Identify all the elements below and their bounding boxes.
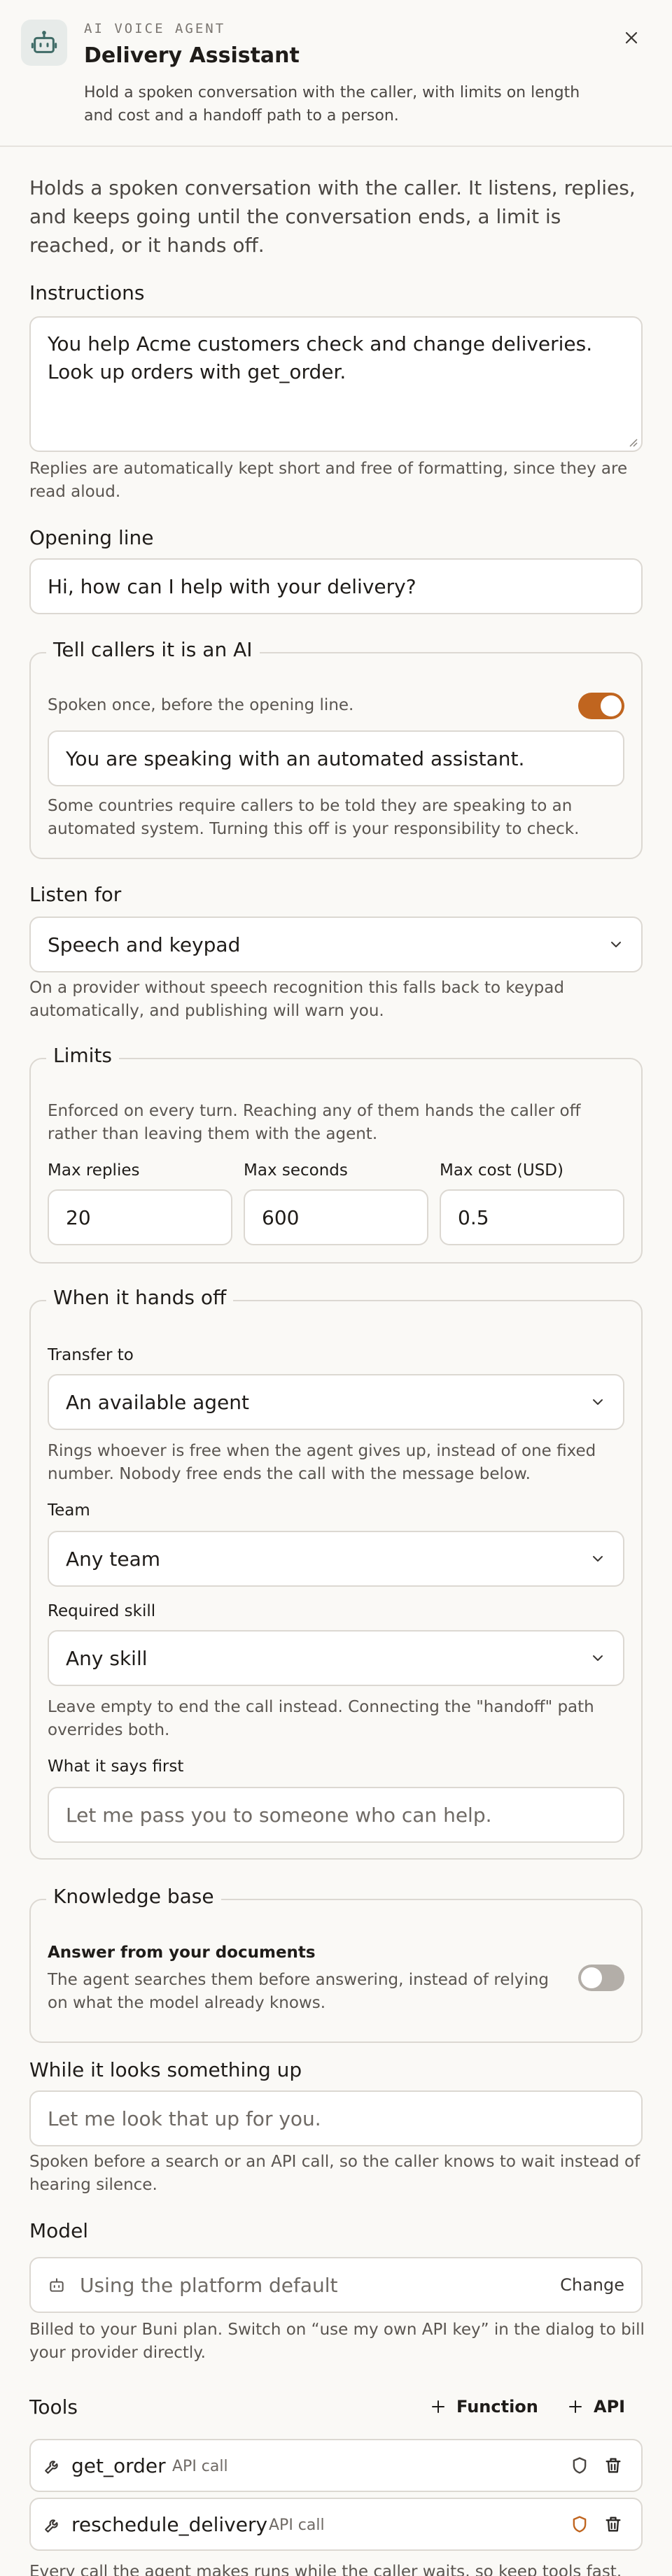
model-field[interactable]: Using the platform default Change [29, 2257, 643, 2313]
tool-type: API call [269, 2517, 325, 2534]
wrench-icon [45, 2519, 58, 2533]
voice-agent-panel: AI VOICE AGENT Delivery Assistant Hold a… [0, 0, 672, 2576]
skill-label: Required skill [48, 1602, 156, 1620]
opening-line-field[interactable]: Hi, how can I help with your delivery? [29, 558, 643, 614]
trash-icon [606, 2517, 621, 2532]
tool-permission-button[interactable] [567, 2512, 592, 2537]
skill-value: Any skill [66, 1646, 148, 1670]
model-label: Model [29, 2219, 89, 2242]
transfer-to-value: An available agent [66, 1390, 249, 1414]
listen-for-select[interactable]: Speech and keypad [29, 917, 643, 972]
team-select[interactable]: Any team [48, 1531, 624, 1587]
chevron-down-icon [593, 1399, 603, 1405]
max-cost-field[interactable]: 0.5 [440, 1189, 624, 1245]
transfer-to-label: Transfer to [48, 1346, 134, 1364]
knowledge-legend: Knowledge base [46, 1885, 221, 1908]
intro-text: Holds a spoken conversation with the cal… [29, 176, 636, 257]
limits-help: Enforced on every turn. Reaching any of … [48, 1102, 581, 1143]
close-icon [625, 31, 638, 44]
team-value: Any team [66, 1547, 161, 1571]
shield-icon [573, 2516, 587, 2533]
skill-help: Leave empty to end the call instead. Con… [48, 1698, 594, 1739]
tool-permission-button[interactable] [567, 2453, 592, 2478]
shield-icon [573, 2457, 587, 2474]
max-cost-label: Max cost (USD) [440, 1161, 564, 1180]
team-label: Team [48, 1501, 90, 1520]
ai-disclosure-toggle[interactable] [578, 693, 624, 719]
tools-footer-help: Every call the agent makes runs while th… [29, 2563, 622, 2576]
resize-grip-icon[interactable] [627, 437, 638, 448]
ai-disclosure-legend: Tell callers it is an AI [46, 638, 260, 661]
lookup-field[interactable]: Let me look that up for you. [29, 2090, 643, 2146]
listen-for-value: Speech and keypad [48, 933, 241, 956]
tools-label: Tools [29, 2395, 78, 2419]
ai-disclosure-toggle-label: Spoken once, before the opening line. [48, 696, 354, 714]
add-function-button[interactable]: Function [430, 2397, 538, 2416]
tool-delete-button[interactable] [601, 2453, 626, 2478]
robot-icon [50, 2278, 64, 2292]
add-api-label: API [594, 2397, 626, 2416]
ai-disclosure-help: Some countries require callers to be tol… [48, 797, 580, 838]
close-button[interactable] [616, 22, 647, 53]
tool-row[interactable]: reschedule_delivery API call [29, 2498, 643, 2551]
chevron-down-icon [593, 1556, 603, 1562]
tool-name: get_order [71, 2454, 166, 2477]
chevron-down-icon [593, 1655, 603, 1661]
instructions-help: Replies are automatically kept short and… [29, 460, 628, 501]
listen-for-label: Listen for [29, 883, 122, 906]
wrench-icon [45, 2461, 58, 2474]
lookup-label: While it looks something up [29, 2058, 302, 2081]
limits-legend: Limits [46, 1044, 119, 1067]
panel-description: Hold a spoken conversation with the call… [84, 84, 580, 125]
listen-for-help: On a provider without speech recognition… [29, 979, 564, 1020]
panel-title: Delivery Assistant [84, 43, 300, 68]
add-function-label: Function [456, 2397, 538, 2416]
transfer-to-select[interactable]: An available agent [48, 1374, 624, 1430]
header-eyebrow: AI VOICE AGENT [84, 21, 226, 36]
add-api-button[interactable]: API [567, 2397, 625, 2416]
tool-type: API call [172, 2458, 228, 2475]
model-value: Using the platform default [80, 2273, 338, 2297]
tool-name: reschedule_delivery [71, 2513, 268, 2536]
tool-row[interactable]: get_order API call [29, 2439, 643, 2492]
tool-delete-button[interactable] [601, 2512, 626, 2537]
knowledge-title: Answer from your documents [48, 1944, 316, 1962]
max-replies-label: Max replies [48, 1161, 140, 1180]
robot-icon [21, 20, 67, 66]
model-help: Billed to your Buni plan. Switch on “use… [29, 2321, 645, 2362]
model-change-button[interactable]: Change [560, 2275, 624, 2295]
lookup-help: Spoken before a search or an API call, s… [29, 2153, 640, 2194]
plus-icon [432, 2400, 444, 2413]
instructions-label: Instructions [29, 281, 145, 304]
opening-line-label: Opening line [29, 526, 154, 549]
max-seconds-label: Max seconds [244, 1161, 348, 1180]
transfer-to-help: Rings whoever is free when the agent giv… [48, 1442, 596, 1483]
skill-select[interactable]: Any skill [48, 1630, 624, 1686]
ai-disclosure-field[interactable]: You are speaking with an automated assis… [48, 730, 624, 786]
max-seconds-field[interactable]: 600 [244, 1189, 428, 1245]
knowledge-help: The agent searches them before answering… [48, 1971, 550, 2012]
max-replies-field[interactable]: 20 [48, 1189, 232, 1245]
says-first-label: What it says first [48, 1757, 184, 1776]
says-first-field[interactable]: Let me pass you to someone who can help. [48, 1787, 624, 1843]
handoff-legend: When it hands off [46, 1286, 234, 1309]
panel-header: AI VOICE AGENT Delivery Assistant Hold a… [0, 0, 672, 147]
plus-icon [569, 2400, 582, 2413]
chevron-down-icon [611, 942, 621, 947]
trash-icon [606, 2458, 621, 2473]
instructions-field[interactable]: You help Acme customers check and change… [29, 316, 643, 452]
knowledge-toggle[interactable] [578, 1965, 624, 1991]
